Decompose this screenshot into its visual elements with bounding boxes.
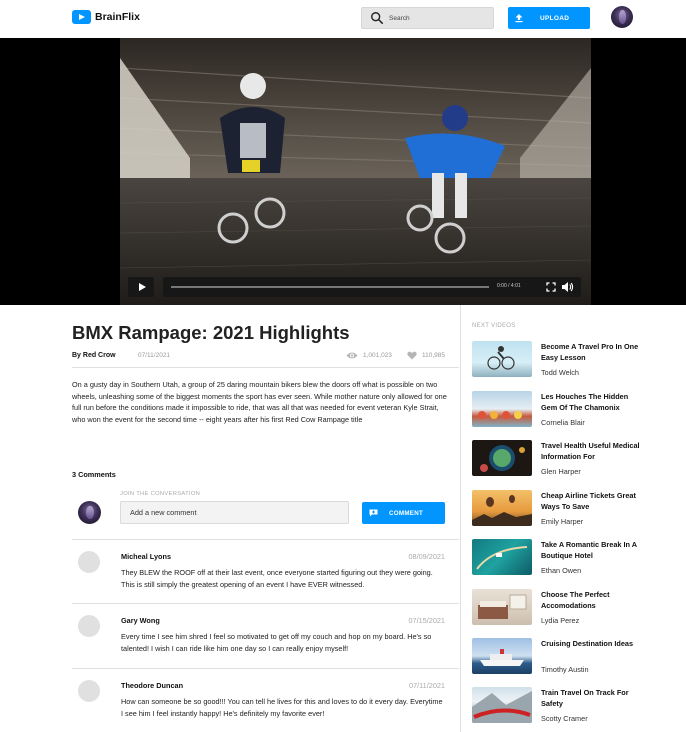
commenter-name: Micheal Lyons [121, 552, 172, 561]
next-video-author: Cornelia Blair [541, 418, 585, 427]
next-video-title: Become A Travel Pro In One Easy Lesson [541, 342, 639, 362]
next-video-title: Travel Health Useful Medical Information… [541, 441, 640, 461]
next-video-item[interactable]: Les Houches The Hidden Gem Of The Chamon… [472, 391, 662, 431]
views-icon [346, 352, 358, 359]
comment-date: 07/11/2021 [409, 681, 445, 690]
next-video-title: Train Travel On Track For Safety [541, 688, 629, 708]
next-video-author: Emily Harper [541, 517, 584, 526]
comment-text: How can someone be so good!!! You can te… [121, 697, 443, 719]
next-video-item[interactable]: Choose The Perfect Accomodations Lydia P… [472, 589, 662, 629]
commenter-avatar [78, 615, 100, 637]
comments-count: 3 Comments [72, 470, 116, 479]
next-videos-label: NEXT VIDEOS [472, 323, 516, 329]
next-video-item[interactable]: Train Travel On Track For Safety Scotty … [472, 687, 662, 727]
play-icon [138, 283, 146, 291]
video-frame[interactable] [120, 38, 591, 305]
next-video-title: Take A Romantic Break In A Boutique Hote… [541, 540, 637, 560]
comment-date: 07/15/2021 [408, 616, 445, 625]
like-count: 110,985 [422, 352, 446, 359]
comment-item: Gary Wong 07/15/2021 Every time I see hi… [72, 603, 459, 670]
next-video-author: Scotty Cramer [541, 714, 588, 723]
next-video-author: Ethan Owen [541, 566, 582, 575]
next-video-item[interactable]: Cheap Airline Tickets Great Ways To Save… [472, 490, 662, 530]
brainflix-logo[interactable]: BrainFlix [72, 10, 140, 24]
commenter-name: Gary Wong [121, 616, 160, 625]
comment-text: Every time I see him shred I feel so mot… [121, 632, 432, 654]
next-video-item[interactable]: Cruising Destination Ideas Timothy Austi… [472, 638, 662, 678]
user-avatar[interactable] [611, 6, 633, 28]
volume-icon[interactable] [561, 281, 574, 293]
commenter-avatar [78, 680, 100, 702]
video-description: On a gusty day in Southern Utah, a group… [72, 380, 447, 424]
next-video-thumbnail [472, 687, 532, 723]
commenter-avatar [78, 551, 100, 573]
next-video-thumbnail [472, 539, 532, 575]
logo-play-icon [72, 10, 91, 24]
comment-date: 08/09/2021 [408, 552, 445, 561]
site-header: BrainFlix UPLOAD [0, 0, 686, 38]
next-video-thumbnail [472, 391, 532, 427]
time-display: 0:00 / 4:01 [497, 283, 521, 289]
video-player [0, 38, 686, 305]
next-video-title: Cruising Destination Ideas [541, 639, 634, 648]
view-count: 1,001,023 [363, 352, 392, 359]
comment-button-label: COMMENT [389, 509, 424, 517]
next-video-thumbnail [472, 638, 532, 674]
progress-track[interactable] [171, 286, 489, 288]
next-video-author: Glen Harper [541, 467, 581, 476]
likes-icon[interactable] [407, 351, 417, 360]
next-video-item[interactable]: Travel Health Useful Medical Information… [472, 440, 662, 480]
play-button[interactable] [128, 277, 154, 297]
video-title: BMX Rampage: 2021 Highlights [72, 322, 350, 343]
next-video-thumbnail [472, 589, 532, 625]
upload-button[interactable]: UPLOAD [508, 7, 590, 29]
upload-label: UPLOAD [540, 14, 570, 22]
commenter-name: Theodore Duncan [121, 681, 184, 690]
join-conversation-label: JOIN THE CONVERSATION [120, 491, 201, 497]
comment-text: They BLEW the ROOF off at their last eve… [121, 568, 433, 590]
comment-button[interactable]: COMMENT [362, 502, 445, 524]
video-thumbnail-image [120, 38, 591, 305]
next-video-thumbnail [472, 440, 532, 476]
search-box[interactable] [361, 7, 494, 29]
video-controls: 0:00 / 4:01 [128, 277, 581, 297]
next-video-title: Choose The Perfect Accomodations [541, 590, 610, 610]
divider [72, 367, 459, 368]
comment-item: Micheal Lyons 08/09/2021 They BLEW the R… [72, 539, 459, 606]
video-date: 07/11/2021 [138, 352, 171, 359]
next-video-thumbnail [472, 341, 532, 377]
upload-icon [515, 14, 523, 23]
comment-input[interactable] [120, 501, 349, 524]
search-input[interactable] [389, 14, 489, 22]
next-video-author: Todd Welch [541, 368, 579, 377]
search-icon [371, 12, 384, 25]
next-video-thumbnail [472, 490, 532, 526]
next-video-item[interactable]: Take A Romantic Break In A Boutique Hote… [472, 539, 662, 579]
add-comment-icon [369, 509, 378, 517]
channel-name[interactable]: By Red Crow [72, 352, 116, 359]
next-video-title: Les Houches The Hidden Gem Of The Chamon… [541, 392, 629, 412]
column-divider [460, 305, 461, 732]
next-video-title: Cheap Airline Tickets Great Ways To Save [541, 491, 636, 511]
player-options [537, 277, 581, 297]
logo-text: BrainFlix [95, 11, 140, 23]
fullscreen-icon[interactable] [546, 282, 556, 292]
next-video-author: Lydia Perez [541, 616, 580, 625]
progress-bar[interactable]: 0:00 / 4:01 [163, 277, 556, 297]
current-user-avatar [78, 501, 101, 524]
next-video-author: Timothy Austin [541, 665, 589, 674]
next-video-item[interactable]: Become A Travel Pro In One Easy Lesson T… [472, 341, 662, 381]
comment-item: Theodore Duncan 07/11/2021 How can someo… [72, 668, 459, 732]
